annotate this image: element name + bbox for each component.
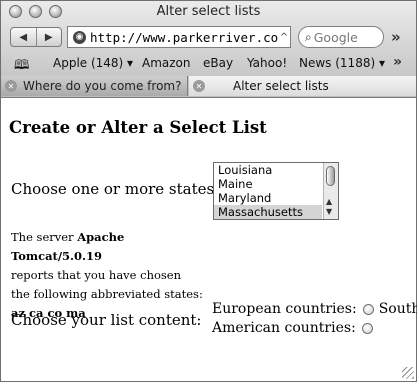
radio-american[interactable]: American countries: — [212, 320, 378, 336]
tab-bar: ✕ Where do you come from? ✕ Alter select… — [1, 75, 416, 97]
bookmark-amazon[interactable]: Amazon — [142, 56, 191, 70]
tab-label: Alter select lists — [233, 79, 329, 93]
toolbar-overflow-icon[interactable]: » — [391, 28, 401, 46]
close-tab-icon[interactable]: ✕ — [193, 80, 205, 92]
scroll-thumb[interactable] — [326, 166, 335, 186]
radio-european[interactable]: European countries: South — [212, 301, 417, 317]
bookmark-apple[interactable]: Apple (148) ▾ — [53, 56, 133, 70]
bookmark-news[interactable]: News (1188) ▾ — [299, 56, 385, 70]
address-bar[interactable]: ◉ http://www.parkerriver.com/ajax ^ — [67, 26, 291, 48]
toolbar: ◀ ▶ ◉ http://www.parkerriver.com/ajax ^ … — [1, 23, 416, 53]
url-text[interactable]: http://www.parkerriver.com/ajax — [90, 30, 278, 45]
forward-arrow-icon: ▶ — [44, 31, 53, 43]
tab-alter-select-lists[interactable]: ✕ Alter select lists — [189, 76, 416, 96]
forward-button[interactable]: ▶ — [35, 28, 62, 46]
resize-grip-icon[interactable] — [402, 367, 414, 379]
scroll-down-arrow-icon[interactable]: ▼ — [326, 207, 332, 216]
page-content: Create or Alter a Select List Choose one… — [1, 98, 417, 381]
back-arrow-icon: ◀ — [19, 31, 28, 43]
state-option-selected[interactable]: Massachusetts — [214, 205, 322, 219]
browser-window: Alter select lists ◀ ▶ ◉ http://www.park… — [0, 0, 417, 382]
page-heading: Create or Alter a Select List — [9, 118, 267, 137]
radio-suffix: South — [378, 301, 417, 317]
states-select[interactable]: Louisiana Maine Maryland Massachusetts ▲… — [213, 162, 339, 220]
scroll-up-arrow-icon[interactable]: ▲ — [326, 197, 332, 206]
state-option[interactable]: Louisiana — [214, 163, 322, 177]
search-field[interactable]: ⌕ Google — [298, 26, 384, 48]
content-label: Choose your list content: — [11, 311, 202, 329]
tab-where-do-you-come-from[interactable]: ✕ Where do you come from? — [1, 76, 188, 96]
state-option[interactable]: Maine — [214, 177, 322, 191]
states-label: Choose one or more states: — [11, 180, 220, 198]
snapback-icon[interactable]: ^ — [278, 32, 290, 43]
radio-label: European countries: — [212, 301, 357, 317]
close-tab-icon[interactable]: ✕ — [5, 80, 17, 92]
globe-icon: ◉ — [73, 30, 86, 44]
state-option[interactable]: Maryland — [214, 191, 322, 205]
result-prefix: The server — [11, 230, 78, 244]
search-placeholder: Google — [313, 29, 358, 45]
search-icon[interactable]: ⌕ — [305, 30, 312, 45]
bookmark-ebay[interactable]: eBay — [203, 56, 233, 70]
radio-label: American countries: — [212, 320, 356, 336]
tab-label: Where do you come from? — [23, 79, 182, 93]
states-scrollbar[interactable]: ▲ ▼ — [323, 163, 338, 219]
back-button[interactable]: ◀ — [11, 28, 36, 46]
result-line3: the following abbreviated states: — [11, 287, 203, 301]
window-title: Alter select lists — [156, 4, 261, 19]
result-line2: reports that you have chosen — [11, 268, 182, 282]
browser-chrome: Alter select lists ◀ ▶ ◉ http://www.park… — [1, 1, 416, 98]
bookmarks-overflow-icon[interactable]: » — [393, 54, 402, 70]
title-bar: Alter select lists — [1, 1, 416, 23]
nav-buttons: ◀ ▶ — [10, 27, 62, 47]
european-radio-button[interactable] — [362, 303, 374, 315]
bookmark-yahoo[interactable]: Yahoo! — [247, 56, 287, 70]
american-radio-button[interactable] — [361, 322, 373, 334]
bookmarks-bar: 🕮 Apple (148) ▾ Amazon eBay Yahoo! News … — [1, 53, 416, 75]
server-result: The server Apache Tomcat/5.0.19 reports … — [11, 228, 211, 323]
